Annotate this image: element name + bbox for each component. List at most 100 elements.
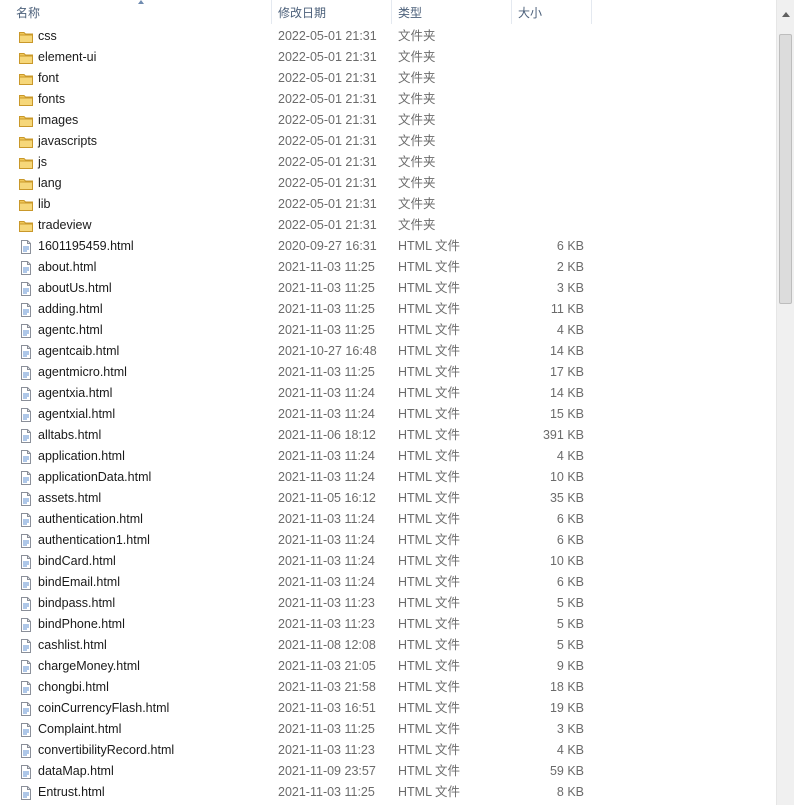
file-row[interactable]: dataMap.html 2021-11-09 23:57 HTML 文件 59 KB <box>0 761 776 782</box>
html-file-icon <box>18 491 34 507</box>
file-type: 文件夹 <box>398 218 436 232</box>
file-name: agentxia.html <box>38 386 113 400</box>
file-name: authentication.html <box>38 512 143 526</box>
file-size <box>512 26 584 47</box>
file-row[interactable]: css 2022-05-01 21:31 文件夹 <box>0 26 776 47</box>
file-row[interactable]: agentc.html 2021-11-03 11:25 HTML 文件 4 KB <box>0 320 776 341</box>
html-file-icon <box>18 743 34 759</box>
html-file-icon <box>18 554 34 570</box>
file-row[interactable]: authentication1.html 2021-11-03 11:24 HTML… <box>0 530 776 551</box>
file-type: HTML 文件 <box>398 554 461 568</box>
file-row[interactable]: images 2022-05-01 21:31 文件夹 <box>0 110 776 131</box>
html-file-icon <box>18 512 34 528</box>
file-row[interactable]: lang 2022-05-01 21:31 文件夹 <box>0 173 776 194</box>
column-header-type[interactable]: 类型 <box>392 0 512 24</box>
html-file-icon <box>18 533 34 549</box>
file-name: cashlist.html <box>38 638 107 652</box>
file-row[interactable]: agentxia.html 2021-11-03 11:24 HTML 文件 14 K… <box>0 383 776 404</box>
file-row[interactable]: Complaint.html 2021-11-03 11:25 HTML 文件 3 K… <box>0 719 776 740</box>
html-file-icon <box>18 365 34 381</box>
file-type: HTML 文件 <box>398 386 461 400</box>
file-size: 5 KB <box>556 638 584 652</box>
file-row[interactable]: font 2022-05-01 21:31 文件夹 <box>0 68 776 89</box>
vertical-scrollbar[interactable] <box>776 0 794 805</box>
file-row[interactable]: agentmicro.html 2021-11-03 11:25 HTML 文件 17… <box>0 362 776 383</box>
file-size: 35 KB <box>549 491 584 505</box>
file-modified-date: 2021-11-03 11:25 <box>278 722 375 736</box>
file-row[interactable]: javascripts 2022-05-01 21:31 文件夹 <box>0 131 776 152</box>
file-row[interactable]: authentication.html 2021-11-03 11:24 HTML … <box>0 509 776 530</box>
file-row[interactable]: bindpass.html 2021-11-03 11:23 HTML 文件 5 KB <box>0 593 776 614</box>
file-modified-date: 2021-11-03 11:24 <box>278 554 375 568</box>
file-row[interactable]: agentxial.html 2021-11-03 11:24 HTML 文件 15 … <box>0 404 776 425</box>
file-name: Complaint.html <box>38 722 122 736</box>
file-row[interactable]: application.html 2021-11-03 11:24 HTML 文件 4… <box>0 446 776 467</box>
file-type: HTML 文件 <box>398 743 461 757</box>
file-name: css <box>38 29 57 43</box>
html-file-icon <box>18 323 34 339</box>
file-modified-date: 2022-05-01 21:31 <box>278 71 377 85</box>
html-file-icon <box>18 281 34 297</box>
file-row[interactable]: assets.html 2021-11-05 16:12 HTML 文件 35 KB <box>0 488 776 509</box>
column-header-name[interactable]: 名称 <box>0 0 272 24</box>
column-header-date[interactable]: 修改日期 <box>272 0 392 24</box>
file-row[interactable]: bindEmail.html 2021-11-03 11:24 HTML 文件 6 K… <box>0 572 776 593</box>
file-row[interactable]: 1601195459.html 2020-09-27 16:31 HTML 文件 6 … <box>0 236 776 257</box>
column-header-size[interactable]: 大小 <box>512 0 592 24</box>
file-type: HTML 文件 <box>398 512 461 526</box>
file-modified-date: 2021-11-03 11:25 <box>278 365 375 379</box>
file-type: HTML 文件 <box>398 575 461 589</box>
file-size: 6 KB <box>556 533 584 547</box>
file-row[interactable]: chongbi.html 2021-11-03 21:58 HTML 文件 18 KB <box>0 677 776 698</box>
file-row[interactable]: js 2022-05-01 21:31 文件夹 <box>0 152 776 173</box>
folder-icon <box>18 71 34 87</box>
file-modified-date: 2022-05-01 21:31 <box>278 92 377 106</box>
file-modified-date: 2021-11-03 11:24 <box>278 512 375 526</box>
folder-icon <box>18 113 34 129</box>
file-type: HTML 文件 <box>398 659 461 673</box>
file-row[interactable]: convertibilityRecord.html 2021-11-03 11:2… <box>0 740 776 761</box>
file-type: HTML 文件 <box>398 281 461 295</box>
html-file-icon <box>18 617 34 633</box>
file-type: HTML 文件 <box>398 638 461 652</box>
file-size: 3 KB <box>556 281 584 295</box>
file-type: HTML 文件 <box>398 722 461 736</box>
file-row[interactable]: chargeMoney.html 2021-11-03 21:05 HTML 文件 9… <box>0 656 776 677</box>
html-file-icon <box>18 260 34 276</box>
folder-icon <box>18 134 34 150</box>
folder-icon <box>18 218 34 234</box>
file-row[interactable]: alltabs.html 2021-11-06 18:12 HTML 文件 391 K… <box>0 425 776 446</box>
folder-icon <box>18 92 34 108</box>
file-row[interactable]: fonts 2022-05-01 21:31 文件夹 <box>0 89 776 110</box>
file-row[interactable]: about.html 2021-11-03 11:25 HTML 文件 2 KB <box>0 257 776 278</box>
html-file-icon <box>18 638 34 654</box>
file-row[interactable]: lib 2022-05-01 21:31 文件夹 <box>0 194 776 215</box>
file-row[interactable]: agentcaib.html 2021-10-27 16:48 HTML 文件 14 … <box>0 341 776 362</box>
file-name: agentmicro.html <box>38 365 127 379</box>
folder-icon <box>18 155 34 171</box>
file-row[interactable]: aboutUs.html 2021-11-03 11:25 HTML 文件 3 KB <box>0 278 776 299</box>
file-row[interactable]: coinCurrencyFlash.html 2021-11-03 16:51 HT… <box>0 698 776 719</box>
file-row[interactable]: applicationData.html 2021-11-03 11:24 HTML… <box>0 467 776 488</box>
html-file-icon <box>18 449 34 465</box>
file-row[interactable]: bindPhone.html 2021-11-03 11:23 HTML 文件 5 K… <box>0 614 776 635</box>
file-row[interactable]: tradeview 2022-05-01 21:31 文件夹 <box>0 215 776 236</box>
file-row[interactable]: Entrust.html 2021-11-03 11:25 HTML 文件 8 KB <box>0 782 776 803</box>
file-name: adding.html <box>38 302 103 316</box>
file-size: 6 KB <box>556 575 584 589</box>
file-name: agentc.html <box>38 323 103 337</box>
file-row[interactable]: adding.html 2021-11-03 11:25 HTML 文件 11 KB <box>0 299 776 320</box>
file-row[interactable]: cashlist.html 2021-11-08 12:08 HTML 文件 5 KB <box>0 635 776 656</box>
file-size: 3 KB <box>556 722 584 736</box>
file-name: bindpass.html <box>38 596 116 610</box>
scrollbar-thumb[interactable] <box>779 34 792 304</box>
file-row[interactable]: element-ui 2022-05-01 21:31 文件夹 <box>0 47 776 68</box>
file-modified-date: 2021-11-03 11:25 <box>278 323 375 337</box>
scroll-up-arrow-icon[interactable] <box>782 12 790 17</box>
file-size <box>512 152 584 173</box>
file-name: alltabs.html <box>38 428 102 442</box>
file-row[interactable]: bindCard.html 2021-11-03 11:24 HTML 文件 10 K… <box>0 551 776 572</box>
file-modified-date: 2021-11-03 11:23 <box>278 743 375 757</box>
file-name: lang <box>38 176 62 190</box>
file-name: applicationData.html <box>38 470 152 484</box>
